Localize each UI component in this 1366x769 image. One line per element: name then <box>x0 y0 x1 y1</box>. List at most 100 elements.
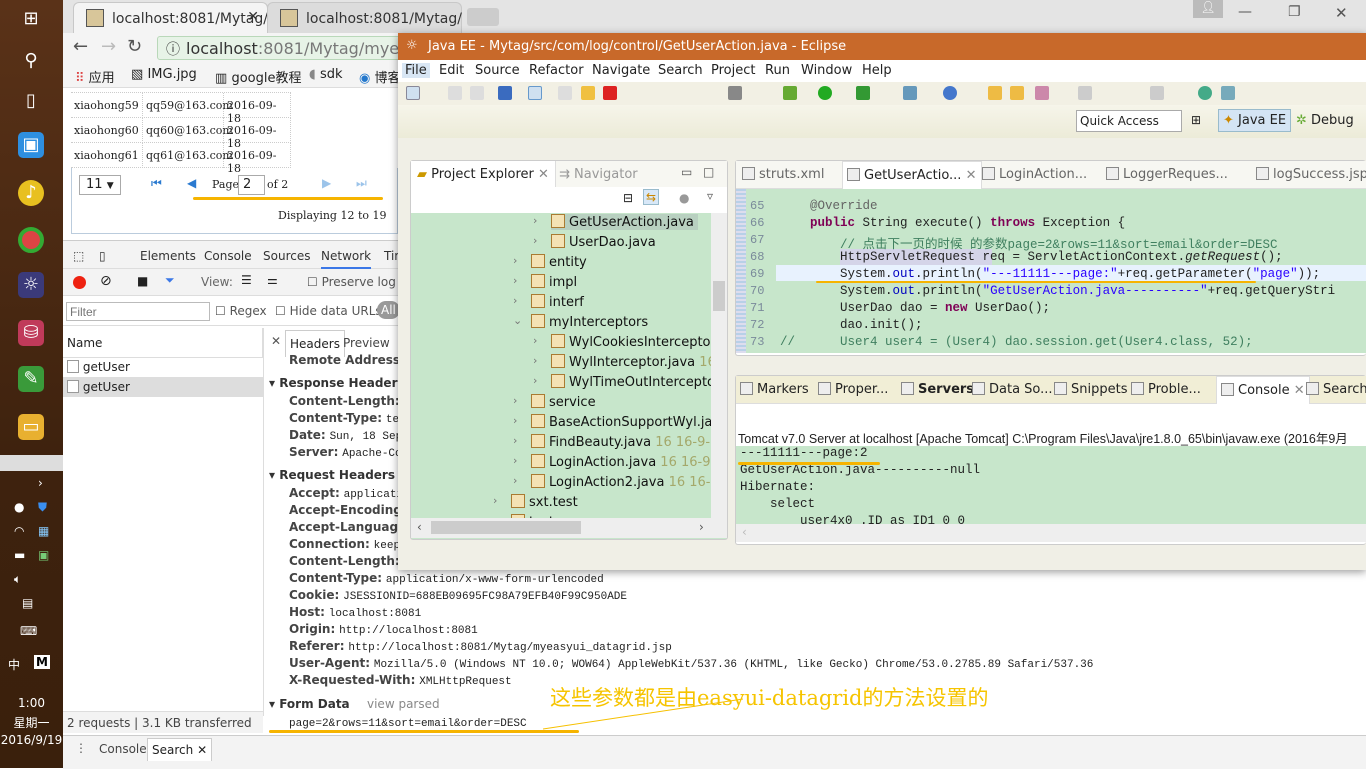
ime-language[interactable]: 中 <box>8 656 20 673</box>
page-number-input[interactable]: 2 <box>238 175 265 195</box>
console-horizontal-scrollbar[interactable]: ‹ <box>736 524 1366 542</box>
code-line[interactable]: public String execute() throws Exception… <box>780 216 1125 230</box>
touch-keyboard-icon[interactable]: ⌨ <box>20 624 37 638</box>
action-center-icon[interactable]: ▤ <box>22 596 33 610</box>
clock-date[interactable]: 2016/9/19 <box>0 733 63 747</box>
form-data-toggle[interactable]: ▾ Form Data <box>269 697 350 711</box>
close-icon[interactable]: ✕ <box>197 743 207 757</box>
editor-tab[interactable]: LoginAction... <box>982 167 1087 182</box>
last-page-button[interactable]: ⏭ <box>356 176 367 191</box>
menu-refactor[interactable]: Refactor <box>529 63 584 78</box>
baidu-app-icon[interactable]: ▣ <box>18 132 44 158</box>
toggle-mark-icon[interactable] <box>728 86 742 100</box>
view-menu-icon[interactable]: ▿ <box>707 189 713 203</box>
open-type-icon[interactable] <box>988 86 1002 100</box>
maximize-view-icon[interactable]: □ <box>703 165 714 179</box>
new-tab-button[interactable] <box>467 8 499 26</box>
tree-horizontal-scrollbar[interactable]: ‹ › <box>411 518 727 538</box>
quick-access-input[interactable]: Quick Access <box>1076 110 1182 132</box>
skip-breakpoints-icon[interactable] <box>528 86 542 100</box>
inspect-element-icon[interactable]: ⬚ <box>73 249 84 263</box>
show-whitespace-icon[interactable] <box>1150 86 1164 100</box>
editor-tab[interactable]: LoggerReques... <box>1106 167 1228 182</box>
chrome-icon[interactable] <box>18 227 44 253</box>
request-headers-toggle[interactable]: ▾ Request Headers <box>269 468 395 482</box>
taskbar-scrollbar[interactable] <box>0 455 63 471</box>
tree-item[interactable]: ›LoginAction.java 16 16-9-1 <box>513 454 711 470</box>
view-tab[interactable]: Console ✕ <box>1216 376 1310 404</box>
search-tool-icon[interactable] <box>1035 86 1049 100</box>
security-shield-icon[interactable]: ⛊ <box>38 500 47 515</box>
close-icon[interactable]: ✕ <box>1294 383 1305 398</box>
tree-item[interactable]: › BaseActionSupportWyl.java <box>513 414 711 430</box>
code-line[interactable]: UserDao dao = new UserDao(); <box>780 301 1050 315</box>
view-tab[interactable]: Servers <box>901 382 974 397</box>
chevron-right-icon[interactable]: › <box>513 474 517 487</box>
wifi-icon[interactable]: ◠ <box>14 524 24 538</box>
database-app-icon[interactable]: ⛁ <box>18 320 44 346</box>
view-tab[interactable]: Search <box>1306 382 1366 397</box>
tab-console[interactable]: Console <box>204 249 252 263</box>
menu-help[interactable]: Help <box>862 63 892 78</box>
perspective-java-ee[interactable]: ✦ Java EE <box>1218 109 1292 132</box>
editor-tab[interactable]: struts.xml <box>742 167 824 182</box>
tab-preview[interactable]: Preview <box>343 336 390 350</box>
collapse-all-icon[interactable]: ⊟ <box>623 191 633 205</box>
close-window-button[interactable]: ✕ <box>1335 4 1348 22</box>
chevron-right-icon[interactable]: › <box>533 334 537 347</box>
bookmark-google[interactable]: ▥ google教程 <box>215 67 301 86</box>
debug-icon[interactable] <box>783 86 797 100</box>
minimize-button[interactable]: — <box>1238 4 1252 20</box>
task-view-icon[interactable]: ▯ <box>18 88 44 114</box>
evernote-icon[interactable]: ✎ <box>18 366 44 392</box>
music-app-icon[interactable]: ♪ <box>18 180 44 206</box>
close-details-icon[interactable]: ✕ <box>271 334 281 348</box>
save-icon[interactable] <box>448 86 462 100</box>
all-filter-button[interactable]: All <box>377 301 400 319</box>
minimize-view-icon[interactable]: ▭ <box>681 165 692 179</box>
table-row[interactable]: xiaohong59 qq59@163.com 2016-09-18 <box>71 93 291 125</box>
capture-screenshots-icon[interactable]: ■ <box>137 274 148 288</box>
response-headers-toggle[interactable]: ▾ Response Headers <box>269 376 405 390</box>
new-icon[interactable] <box>406 86 420 100</box>
pin-icon[interactable] <box>1078 86 1092 100</box>
open-folder-icon[interactable] <box>1010 86 1024 100</box>
terminate-icon[interactable] <box>603 86 617 100</box>
run-icon[interactable] <box>818 86 832 100</box>
tab-elements[interactable]: Elements <box>140 249 196 263</box>
chevron-right-icon[interactable]: › <box>513 254 517 267</box>
filter-icon[interactable]: ⏷ <box>165 273 175 288</box>
console-output[interactable]: ---11111---page:2 GetUserAction.java-----… <box>736 446 1366 524</box>
bookmark-img[interactable]: ▧ IMG.jpg <box>131 67 197 82</box>
site-info-icon[interactable]: ⓘ <box>166 39 180 59</box>
bookmark-blog[interactable]: ◉ 博客 <box>359 67 401 86</box>
tray-calendar-icon[interactable]: ▦ <box>38 524 49 538</box>
menu-file[interactable]: File <box>402 63 430 78</box>
tree-item[interactable]: › entity <box>513 254 587 270</box>
browser-tab-active[interactable]: localhost:8081/Mytag/✕ <box>73 2 268 33</box>
url-bar[interactable]: ⓘ localhost:8081/Mytag/myeasyui <box>157 36 417 60</box>
overview-icon[interactable]: ⚌ <box>267 273 278 287</box>
code-line[interactable]: @Override <box>780 199 878 213</box>
restore-button[interactable]: ❐ <box>1288 4 1301 20</box>
tree-item[interactable]: › service <box>513 394 596 410</box>
tab-project-explorer[interactable]: ▰ Project Explorer ✕ <box>411 161 556 187</box>
chevron-right-icon[interactable]: › <box>533 234 537 247</box>
tree-vertical-scrollbar[interactable] <box>711 213 727 518</box>
terminal-icon[interactable] <box>498 86 512 100</box>
bookmark-sdk[interactable]: ◖ sdk <box>309 67 343 82</box>
table-row[interactable]: xiaohong61 qq61@163.com 2016-09-18 <box>71 143 291 175</box>
tree-item[interactable]: ›WylInterceptor.java 16 <box>533 354 711 370</box>
hide-data-urls-checkbox[interactable]: ☐ Hide data URLs <box>275 304 382 318</box>
chevron-right-icon[interactable]: › <box>513 294 517 307</box>
close-icon[interactable]: ✕ <box>966 168 977 183</box>
battery-icon[interactable]: ▬ <box>14 548 25 562</box>
profile-icon[interactable]: 👤︎ <box>1193 0 1223 18</box>
chevron-right-icon[interactable]: › <box>513 394 517 407</box>
code-editor[interactable]: 65 @Override 66 public String execute() t… <box>736 189 1366 353</box>
server-publish-icon[interactable] <box>1221 86 1235 100</box>
perspective-debug[interactable]: ✲ Debug <box>1296 113 1354 128</box>
chevron-right-icon[interactable]: › <box>513 414 517 427</box>
name-column-header[interactable]: Name <box>63 328 263 358</box>
next-page-button[interactable]: ▶ <box>322 176 331 190</box>
